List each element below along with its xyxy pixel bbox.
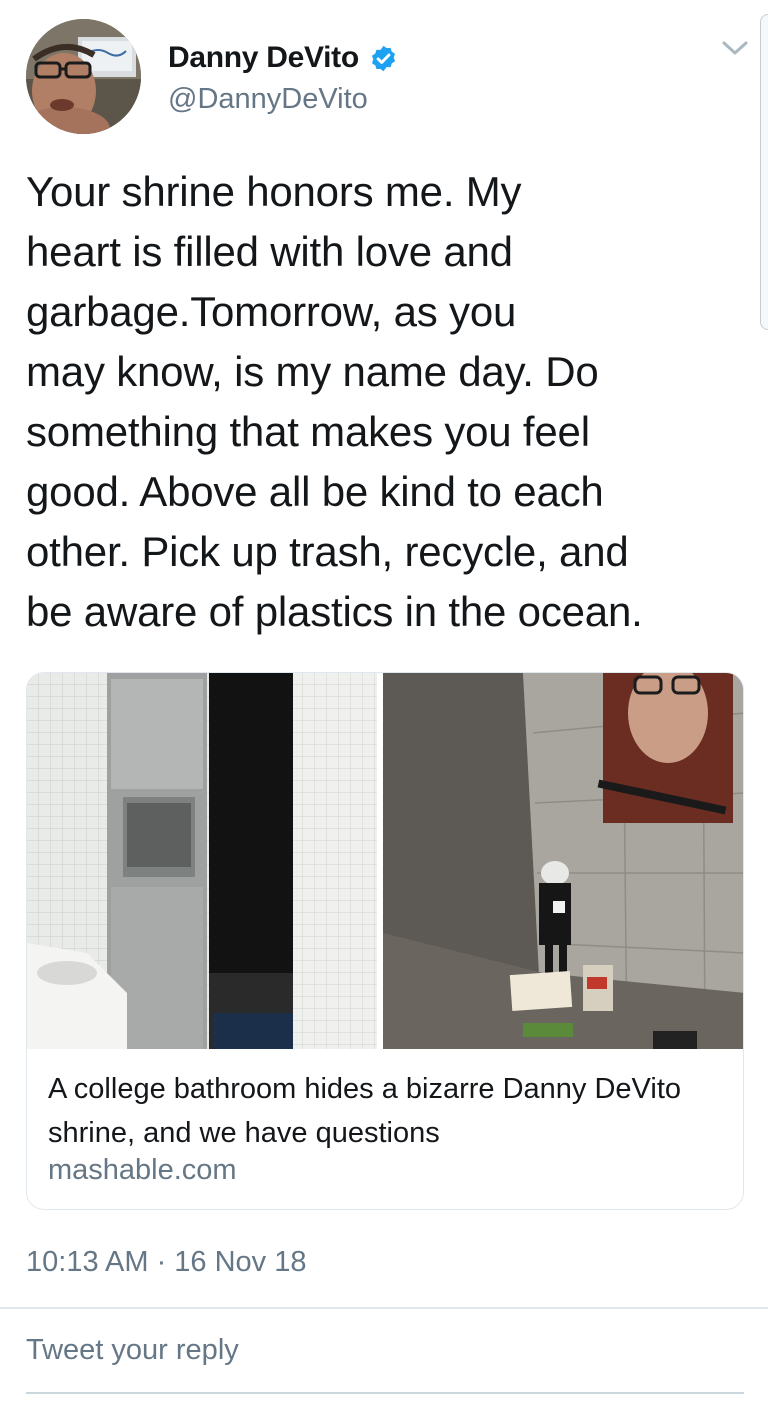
- tweet-text-line: other. Pick up trash, recycle, and: [26, 528, 629, 575]
- display-name[interactable]: Danny DeVito: [168, 41, 359, 75]
- tweet-text-line: Your shrine honors me. My: [26, 168, 522, 215]
- reply-input[interactable]: Tweet your reply: [26, 1334, 744, 1394]
- tweet-text-line: may know, is my name day. Do: [26, 348, 599, 395]
- divider: [0, 1307, 768, 1309]
- tweet-text-line: heart is filled with love and: [26, 228, 513, 275]
- card-domain: mashable.com: [48, 1154, 237, 1186]
- avatar[interactable]: [26, 19, 141, 134]
- tweet-text-line: garbage.Tomorrow, as you: [26, 288, 517, 335]
- card-images[interactable]: [27, 673, 743, 1049]
- verified-badge-icon: [371, 45, 395, 71]
- card-title[interactable]: A college bathroom hides a bizarre Danny…: [48, 1067, 718, 1155]
- tweet-text-line: something that makes you feel: [26, 408, 590, 455]
- tweet-text: Your shrine honors me. My heart is fille…: [26, 162, 726, 642]
- tweet-text-line: be aware of plastics in the ocean.: [26, 588, 643, 635]
- bathroom-stall-photo: [27, 673, 377, 1049]
- author-handle[interactable]: @DannyDeVito: [168, 83, 368, 116]
- reply-underline: [26, 1392, 744, 1394]
- tweet-detail-screen: Danny DeVito @DannyDeVito Your shrine ho…: [0, 0, 768, 1407]
- chevron-down-icon[interactable]: [720, 36, 750, 60]
- tweet-timestamp[interactable]: 10:13 AM · 16 Nov 18: [26, 1246, 307, 1279]
- scrollbar[interactable]: [760, 14, 768, 330]
- tweet-text-line: good. Above all be kind to each: [26, 468, 604, 515]
- link-preview-card[interactable]: A college bathroom hides a bizarre Danny…: [26, 672, 744, 1210]
- reply-placeholder: Tweet your reply: [26, 1334, 239, 1366]
- shrine-photo: [383, 673, 743, 1049]
- author-name-row[interactable]: Danny DeVito: [168, 40, 398, 76]
